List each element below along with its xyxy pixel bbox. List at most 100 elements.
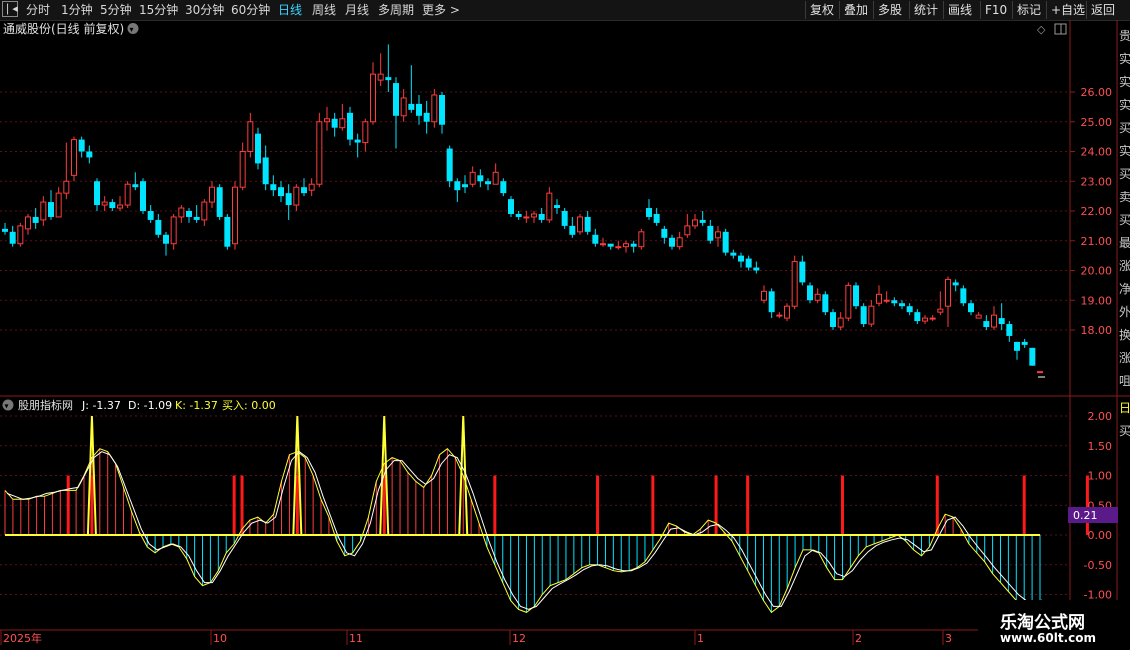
indicator-tick-label: 2.00 bbox=[1088, 410, 1113, 423]
candle-body-down bbox=[2, 228, 8, 232]
candle-body-down bbox=[416, 103, 422, 116]
candle-body-up bbox=[63, 180, 70, 194]
candle-body-down bbox=[78, 139, 85, 152]
candle-body-down bbox=[899, 303, 905, 307]
candle-body-down bbox=[48, 202, 54, 217]
candle-body-down bbox=[9, 231, 16, 244]
candle-body-up bbox=[431, 94, 438, 123]
candle-body-down bbox=[354, 139, 361, 143]
candle-body-down bbox=[891, 300, 898, 304]
candle-body-down bbox=[630, 243, 637, 247]
candle-body-down bbox=[485, 181, 491, 185]
right-strip-label: 贵 bbox=[1119, 29, 1130, 43]
period-toolbar: ❘◂ 分时 1分钟 5分钟 15分钟 30分钟 60分钟 日线 周线 月线 多周… bbox=[0, 0, 1130, 21]
tab-period-30min[interactable]: 30分钟 bbox=[185, 2, 224, 18]
candle-body-up bbox=[945, 278, 951, 307]
candle-body-up bbox=[638, 231, 645, 248]
tab-period-weekly[interactable]: 周线 bbox=[312, 2, 336, 18]
candle-body-down bbox=[301, 187, 307, 194]
candle-body-up bbox=[922, 317, 928, 322]
statistics-button[interactable]: 统计 bbox=[909, 1, 942, 19]
kline-chart[interactable]: 26.0025.0024.0023.0022.0021.0020.0019.00… bbox=[0, 20, 1130, 650]
indicator-k-value: K: -1.37 bbox=[175, 399, 218, 412]
tab-period-15min[interactable]: 15分钟 bbox=[139, 2, 178, 18]
tab-period-1min[interactable]: 1分钟 bbox=[61, 2, 93, 18]
indicator-j-value: J: -1.37 bbox=[81, 399, 121, 412]
candle-body-down bbox=[393, 83, 399, 116]
candle-body-down bbox=[477, 175, 484, 182]
candle-body-up bbox=[784, 305, 790, 319]
indicator-tick-label: 1.50 bbox=[1088, 440, 1113, 453]
tab-period-timeshare[interactable]: 分时 bbox=[26, 2, 50, 18]
candle-body-up bbox=[600, 243, 606, 246]
adjust-button[interactable]: 复权 bbox=[805, 1, 838, 19]
tab-period-5min[interactable]: 5分钟 bbox=[100, 2, 132, 18]
candle-body-up bbox=[339, 118, 346, 129]
candle-body-up bbox=[577, 216, 583, 233]
candle-body-down bbox=[661, 228, 668, 238]
candle-body-up bbox=[377, 73, 384, 81]
candle-body-down bbox=[446, 148, 453, 182]
f10-button[interactable]: F10 bbox=[980, 1, 1011, 19]
candle-body-up bbox=[531, 213, 537, 218]
candle-body-up bbox=[17, 225, 24, 245]
candle-body-down bbox=[730, 252, 737, 256]
candle-body-down bbox=[439, 94, 445, 125]
tab-period-daily[interactable]: 日线 bbox=[278, 2, 302, 18]
candle-body-down bbox=[807, 285, 813, 301]
return-button[interactable]: 返回 bbox=[1086, 1, 1119, 19]
candle-body-up bbox=[25, 216, 31, 230]
j-line bbox=[4, 448, 1041, 614]
candle-body-up bbox=[791, 261, 798, 307]
indicator-name: 股朋指标网 bbox=[18, 398, 73, 412]
price-tick-label: 25.00 bbox=[1081, 116, 1113, 129]
back-arrow-icon[interactable]: ❘◂ bbox=[2, 1, 18, 17]
price-tick-label: 22.00 bbox=[1081, 205, 1113, 218]
candle-body-down bbox=[538, 213, 545, 220]
right-strip-label: 实 bbox=[1119, 143, 1130, 158]
mark-button[interactable]: 标记 bbox=[1012, 1, 1045, 19]
candle-body-down bbox=[669, 237, 675, 247]
candle-body-up bbox=[469, 171, 476, 185]
draw-line-button[interactable]: 画线 bbox=[943, 1, 976, 19]
time-tick-label: 2 bbox=[855, 632, 862, 645]
tab-period-more[interactable]: 更多 > bbox=[422, 2, 460, 18]
right-strip-label: 涨 bbox=[1119, 350, 1130, 365]
candle-body-down bbox=[262, 157, 269, 185]
indicator-tick-label: 0.00 bbox=[1088, 529, 1113, 542]
axis-labels: 26.0025.0024.0023.0022.0021.0020.0019.00… bbox=[0, 86, 1113, 645]
tab-period-multi[interactable]: 多周期 bbox=[378, 2, 414, 18]
add-watchlist-button[interactable]: +自选 bbox=[1046, 1, 1089, 19]
candle-body-down bbox=[960, 288, 967, 304]
time-tick-label: 10 bbox=[213, 632, 227, 645]
candle-body-up bbox=[117, 204, 123, 209]
candle-body-up bbox=[362, 121, 369, 144]
candle-body-down bbox=[224, 216, 231, 247]
candles-layer bbox=[2, 44, 1045, 378]
candle-body-up bbox=[316, 121, 323, 185]
price-tick-label: 19.00 bbox=[1081, 294, 1113, 307]
candle-body-down bbox=[331, 118, 338, 128]
candle-body-down bbox=[1021, 341, 1028, 345]
candle-body-down bbox=[385, 77, 392, 81]
watermark-url: www.60lt.com bbox=[1000, 631, 1097, 645]
candle-body-up bbox=[937, 308, 944, 313]
candle-body-up bbox=[124, 183, 131, 206]
multi-stock-button[interactable]: 多股 bbox=[873, 1, 906, 19]
tab-period-monthly[interactable]: 月线 bbox=[345, 2, 369, 18]
diamond-icon[interactable]: ◇ bbox=[1037, 23, 1046, 36]
tab-period-60min[interactable]: 60分钟 bbox=[231, 2, 270, 18]
candle-body-down bbox=[155, 219, 162, 235]
candle-body-down bbox=[255, 133, 261, 164]
candle-body-up bbox=[247, 121, 254, 152]
overlay-button[interactable]: 叠加 bbox=[839, 1, 872, 19]
candle-body-up bbox=[837, 317, 844, 328]
candle-body-up bbox=[975, 314, 982, 319]
candle-body-down bbox=[753, 267, 760, 271]
candle-body-down bbox=[109, 202, 116, 209]
candle-body-down bbox=[423, 112, 430, 122]
candle-body-down bbox=[515, 213, 522, 217]
candle-body-down bbox=[830, 312, 836, 328]
candle-body-up bbox=[308, 183, 315, 191]
price-tick-label: 20.00 bbox=[1081, 265, 1113, 278]
